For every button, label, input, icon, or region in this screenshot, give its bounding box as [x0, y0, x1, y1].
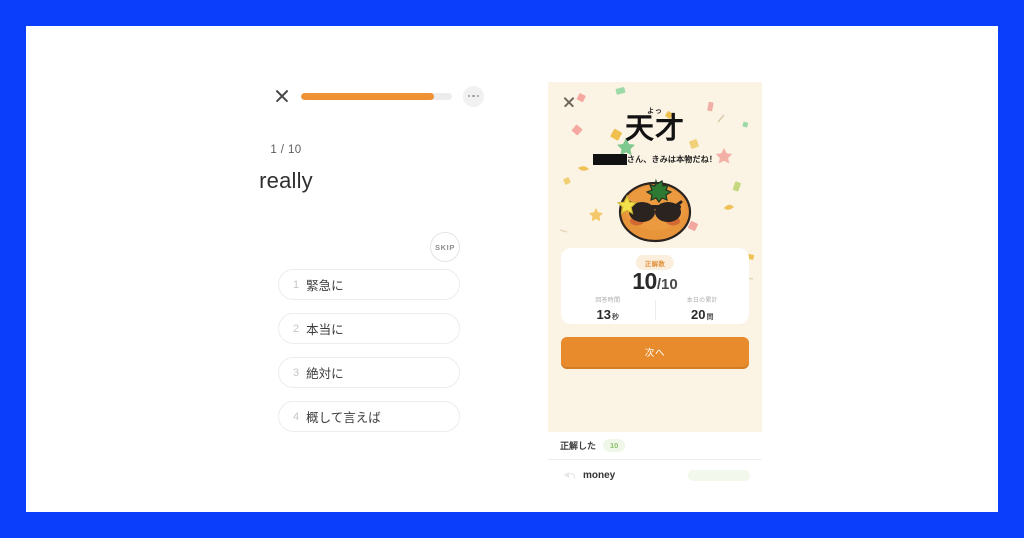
quiz-panel: 1 / 10 really SKIP 1 緊急に 2 本当に 3 絶対に 4 概して言えば: [26, 26, 546, 512]
answer-option-number: 1: [293, 278, 300, 291]
score-row: 10/10: [561, 268, 749, 295]
correct-list-rows: money: [548, 460, 762, 490]
answer-option[interactable]: 2 本当に: [278, 313, 460, 344]
correct-list-count: 10: [603, 439, 626, 452]
stats-card: 正解数 10/10 回答時間 13秒 本日の累計 20問: [561, 248, 749, 324]
stat-cell: 回答時間 13秒: [561, 295, 655, 324]
answer-option[interactable]: 1 緊急に: [278, 269, 460, 300]
stat-value-row: 13秒: [561, 306, 655, 324]
answer-option-number: 3: [293, 366, 300, 379]
stat-unit: 秒: [611, 314, 619, 321]
answer-option-number: 2: [293, 322, 300, 335]
stats-breakdown: 回答時間 13秒 本日の累計 20問: [561, 295, 749, 324]
dot: [467, 94, 471, 98]
next-button[interactable]: 次へ: [561, 337, 749, 367]
speaker-icon[interactable]: [560, 470, 575, 480]
list-item-meaning-pill: [688, 469, 750, 481]
answer-option-label: 緊急に: [306, 279, 344, 293]
score-correct: 10: [632, 268, 657, 294]
answer-option-label: 本当に: [306, 323, 344, 337]
result-subline: さん、きみは本物だね！: [548, 154, 762, 165]
answer-option-number: 4: [293, 410, 300, 423]
quiz-header: [274, 84, 484, 108]
redacted-username: [592, 154, 627, 165]
answer-option[interactable]: 3 絶対に: [278, 357, 460, 388]
answer-option-label: 絶対に: [306, 367, 344, 381]
prompt-word: really: [259, 168, 313, 193]
list-item[interactable]: money: [548, 460, 762, 490]
dot: [476, 94, 480, 98]
correct-list-section: 正解した 10 money: [548, 432, 762, 490]
dot: [472, 94, 475, 98]
list-item-word: money: [583, 469, 616, 481]
close-icon[interactable]: [274, 88, 290, 104]
answer-option-label: 概して言えば: [306, 411, 381, 425]
stat-cell: 本日の累計 20問: [656, 295, 750, 324]
stat-value: 20: [691, 307, 706, 322]
quiz-progress-fill: [301, 92, 434, 100]
stat-value: 13: [596, 307, 611, 322]
headline-text: 天才: [624, 113, 685, 145]
stat-label: 回答時間: [595, 298, 621, 304]
question-counter: 1 / 10: [270, 144, 302, 156]
mandarin-sunglasses-mascot: [616, 178, 692, 243]
score-total: /10: [656, 276, 678, 293]
blue-frame: 1 / 10 really SKIP 1 緊急に 2 本当に 3 絶対に 4 概して言えば: [0, 0, 1024, 538]
skip-button[interactable]: SKIP: [430, 232, 460, 262]
app-page: 1 / 10 really SKIP 1 緊急に 2 本当に 3 絶対に 4 概して言えば: [26, 26, 998, 512]
stat-unit: 問: [706, 314, 714, 321]
stat-value-row: 20問: [656, 306, 750, 324]
result-panel: よっ 天才 さん、きみは本物だね！ 正解数 10/10 回答時間 13秒 本日の…: [548, 82, 762, 512]
correct-list-title: 正解した: [560, 441, 597, 451]
stat-label: 本日の累計: [686, 298, 718, 304]
answer-option[interactable]: 4 概して言えば: [278, 401, 460, 432]
result-close-icon[interactable]: [562, 95, 575, 108]
result-card: よっ 天才 さん、きみは本物だね！ 正解数 10/10 回答時間 13秒 本日の…: [548, 82, 762, 432]
subline-text: さん、きみは本物だね！: [626, 155, 718, 164]
quiz-progress-bar: [301, 92, 452, 100]
result-headline-block: よっ 天才: [548, 106, 762, 144]
more-options-icon[interactable]: [463, 85, 484, 107]
answer-options: 1 緊急に 2 本当に 3 絶対に 4 概して言えば: [278, 269, 460, 445]
correct-list-header: 正解した 10: [548, 432, 762, 460]
